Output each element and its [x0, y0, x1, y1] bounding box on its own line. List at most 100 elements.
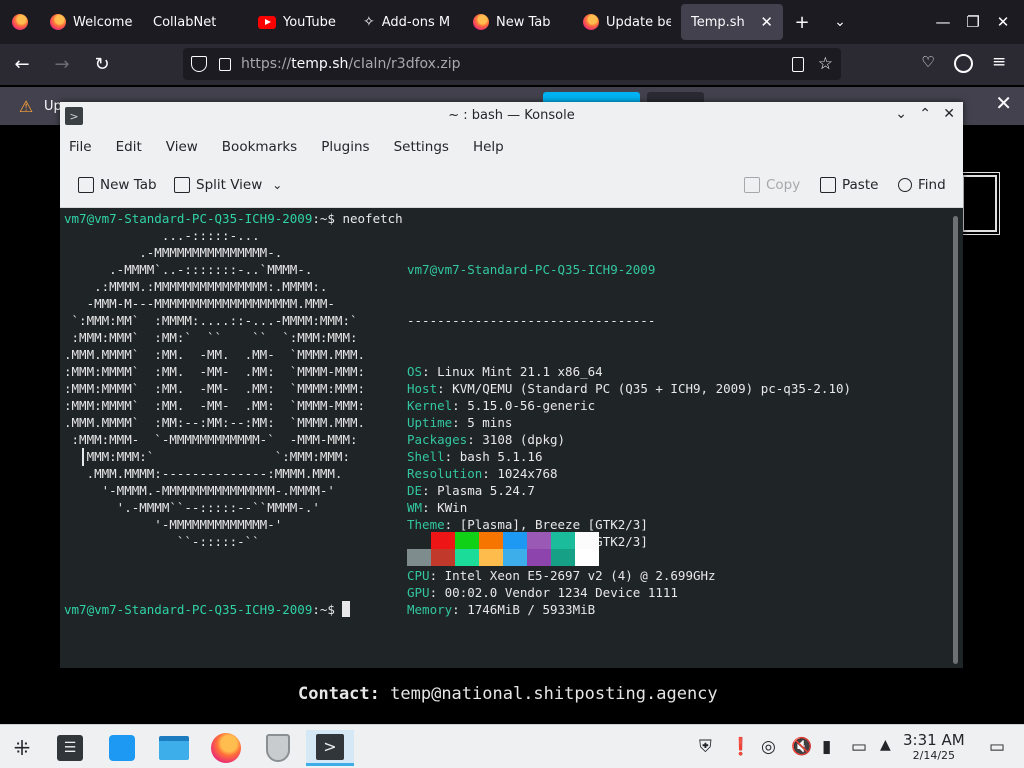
list-all-tabs-button[interactable]: ⌄	[821, 0, 859, 44]
network-icon[interactable]: ◎	[761, 737, 776, 757]
command-line: vm7@vm7-Standard-PC-Q35-ICH9-2009:~$ neo…	[64, 211, 403, 226]
close-icon[interactable]: ✕	[943, 106, 955, 122]
page-outline-box	[959, 172, 1000, 235]
info-key: Kernel	[407, 398, 453, 413]
tab-welcome[interactable]: Welcome	[40, 4, 143, 40]
tab-collabnet[interactable]: CollabNet	[143, 4, 248, 40]
tab-addons[interactable]: ✧ Add-ons M	[353, 4, 463, 40]
firefox-icon	[583, 14, 599, 30]
tab-new-tab[interactable]: New Tab	[463, 4, 573, 40]
info-header: vm7@vm7-Standard-PC-Q35-ICH9-2009	[407, 262, 656, 277]
reload-icon: ↻	[94, 54, 110, 75]
reader-view-icon[interactable]	[791, 56, 804, 72]
back-button[interactable]: ←	[4, 49, 40, 81]
info-row: DE: Plasma 5.24.7	[407, 483, 535, 498]
paste-button[interactable]: Paste	[820, 177, 878, 193]
tab-youtube[interactable]: YouTube	[248, 4, 353, 40]
info-key: CPU	[407, 568, 430, 583]
discover-launcher[interactable]	[100, 730, 144, 766]
palette-swatch	[575, 532, 599, 549]
restore-button[interactable]: ❐	[958, 0, 988, 44]
contact-email-link[interactable]: temp@national.shitposting.agency	[390, 684, 718, 704]
file-manager-launcher[interactable]	[152, 730, 196, 766]
plasma-taskbar: ⁜ ☰ > ⛨ ❗ ◎ 🔇 ▮ ▭ ▲ 3:31 AM 2/14/25 ▭	[0, 724, 1024, 768]
info-value: 3108 (dpkg)	[482, 432, 566, 447]
bookmark-star-icon[interactable]: ☆	[818, 54, 833, 74]
digital-clock[interactable]: 3:31 AM 2/14/25	[903, 731, 965, 762]
copy-button[interactable]: Copy	[744, 177, 800, 193]
new-tab-button[interactable]: +	[783, 0, 821, 44]
ascii-line: -MMM-M---MMMMMMMMMMMMMMMMMMM.MMM-	[64, 296, 335, 311]
updates-icon[interactable]: ❗	[730, 737, 751, 757]
firefox-view-button[interactable]	[0, 0, 40, 44]
info-row: WM: KWin	[407, 500, 468, 515]
puzzle-icon: ✧	[363, 14, 375, 30]
info-key: DE	[407, 483, 423, 498]
vpn-shield-icon[interactable]: ⛨	[699, 737, 712, 757]
tab-temp-sh[interactable]: Temp.sh | r✕	[681, 4, 783, 40]
new-tab-button[interactable]: New Tab	[78, 177, 157, 193]
info-value: 00:02.0 Vendor 1234 Device 1111	[444, 585, 678, 600]
ascii-line: '.-MMMM``--:::::--``MMMM-.'	[64, 500, 320, 515]
info-row: Shell: bash 5.1.16	[407, 449, 543, 464]
palette-swatch	[551, 549, 575, 566]
ascii-line: .-MMMM`..-:::::::-..`MMMM-.	[64, 262, 313, 277]
konsole-task[interactable]: >	[306, 730, 354, 766]
palette-swatch	[479, 532, 503, 549]
terminal-area[interactable]: vm7@vm7-Standard-PC-Q35-ICH9-2009:~$ neo…	[60, 208, 963, 668]
ascii-line: :MMM:MMMM` :MM. -MM- .MM: `MMMM-MMM:	[64, 398, 366, 413]
info-row: Uptime: 5 mins	[407, 415, 513, 430]
konsole-toolbar: New Tab Split View ⌄ Copy Paste Find	[60, 164, 963, 208]
menu-plugins[interactable]: Plugins	[321, 139, 369, 155]
security-app-launcher[interactable]	[256, 730, 300, 766]
shield-icon[interactable]	[191, 56, 207, 72]
info-row: CPU: Intel Xeon E5-2697 v2 (4) @ 2.699GH…	[407, 568, 716, 583]
minimize-button[interactable]: —	[928, 0, 958, 44]
hamburger-menu-icon[interactable]: ≡	[992, 52, 1006, 72]
forward-button[interactable]: →	[44, 49, 80, 81]
info-value: 1024x768	[497, 466, 558, 481]
menu-file[interactable]: File	[69, 139, 92, 155]
maximize-icon[interactable]: ⌃	[919, 106, 931, 122]
tab-update[interactable]: Update be	[573, 4, 681, 40]
close-tab-icon[interactable]: ✕	[760, 13, 773, 31]
close-window-button[interactable]: ✕	[988, 0, 1018, 44]
info-value: Linux Mint 21.1 x86_64	[437, 364, 603, 379]
info-row: Memory: 1746MiB / 5933MiB	[407, 602, 596, 617]
application-launcher-button[interactable]: ⁜	[0, 730, 44, 766]
firefox-launcher[interactable]	[204, 730, 248, 766]
close-icon[interactable]: ✕	[995, 91, 1012, 115]
display-icon[interactable]: ▭	[851, 737, 867, 757]
ascii-line: ...-:::::-...	[64, 228, 260, 243]
reload-button[interactable]: ↻	[84, 49, 120, 81]
info-key: Resolution	[407, 466, 483, 481]
battery-icon[interactable]: ▮	[822, 737, 831, 757]
software-center-icon	[109, 735, 135, 761]
konsole-titlebar[interactable]: > ~ : bash — Konsole ⌄ ⌃ ✕	[60, 102, 963, 130]
address-bar[interactable]: https://temp.sh/cIaln/r3dfox.zip ☆	[183, 48, 841, 80]
ascii-line: '-MMMM.-MMMMMMMMMMMMMMM-.MMMM-'	[64, 483, 335, 498]
account-icon[interactable]	[954, 54, 973, 73]
mint-ascii-logo: ...-:::::-... .-MMMMMMMMMMMMMMM-. .-MMMM…	[64, 227, 365, 550]
scrollbar[interactable]	[953, 216, 958, 664]
contact-line: Contact: temp@national.shitposting.agenc…	[298, 684, 718, 704]
text-cursor	[342, 601, 351, 617]
show-hidden-icons[interactable]: ▲	[880, 737, 891, 753]
info-value: 5.15.0-56-generic	[467, 398, 596, 413]
menu-view[interactable]: View	[166, 139, 198, 155]
minimize-icon[interactable]: ⌄	[895, 106, 907, 122]
lock-icon[interactable]	[219, 57, 231, 71]
pocket-icon[interactable]: ♡	[918, 53, 938, 73]
menu-bookmarks[interactable]: Bookmarks	[222, 139, 297, 155]
volume-muted-icon[interactable]: 🔇	[791, 737, 812, 757]
ascii-line: .MMM.MMMM` :MM:--:MM:--:MM: `MMMM.MMM.	[64, 415, 366, 430]
shield-icon	[266, 734, 290, 762]
menu-help[interactable]: Help	[473, 139, 504, 155]
menu-edit[interactable]: Edit	[116, 139, 142, 155]
find-button[interactable]: Find	[898, 177, 946, 193]
menu-settings[interactable]: Settings	[394, 139, 449, 155]
show-desktop-icon[interactable]: ▭	[989, 737, 1005, 757]
system-settings-launcher[interactable]: ☰	[48, 730, 92, 766]
warning-icon: ⚠	[18, 96, 34, 116]
split-view-button[interactable]: Split View ⌄	[174, 177, 282, 193]
